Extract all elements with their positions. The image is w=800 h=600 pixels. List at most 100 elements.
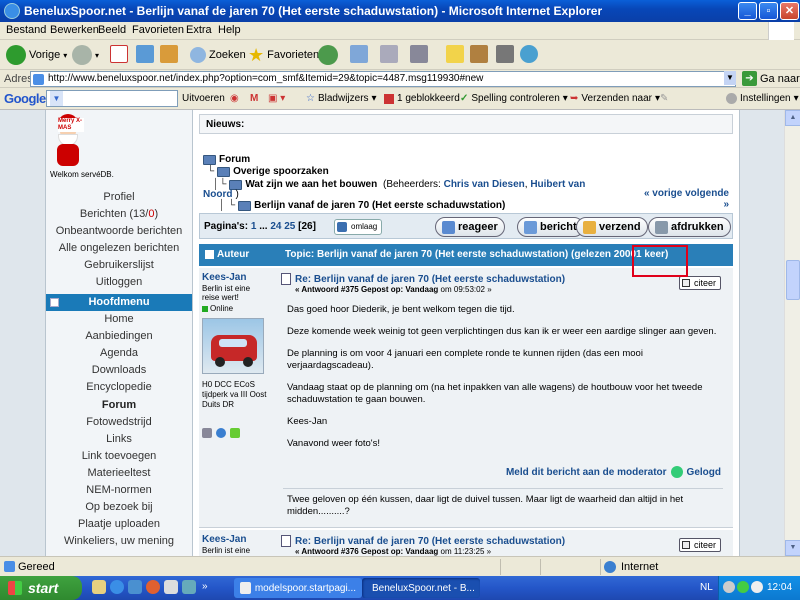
stop-icon[interactable]	[110, 45, 128, 63]
google-bladwijzers[interactable]: ☆ Bladwijzers ▾	[306, 93, 377, 104]
menu-extra[interactable]: Extra	[186, 24, 212, 36]
sidebar-forum[interactable]: Forum	[46, 399, 192, 411]
sidebar-fotowedstrijd[interactable]: Fotowedstrijd	[46, 416, 192, 428]
tray-icon[interactable]	[751, 581, 763, 593]
go-button[interactable]: ➔ Ga naar	[742, 71, 800, 86]
print-icon[interactable]	[380, 45, 398, 63]
page-link[interactable]: 25	[284, 221, 295, 232]
menu-help[interactable]: Help	[218, 24, 241, 36]
home-icon[interactable]	[160, 45, 178, 63]
forward-button[interactable]: ▾	[72, 45, 99, 65]
vertical-scrollbar[interactable]: ▲ ▼	[784, 110, 800, 556]
google-popup-blocked[interactable]: 1 geblokkeerd	[384, 93, 460, 104]
post-author[interactable]: Kees-Jan	[202, 534, 246, 545]
taskbar-item[interactable]: modelspoor.startpagi...	[234, 578, 362, 598]
notes-icon[interactable]	[446, 45, 464, 63]
bookmark-icon[interactable]: ▣ ▾	[268, 93, 285, 104]
scroll-down-icon[interactable]: ▼	[785, 540, 800, 556]
sidebar-home[interactable]: Home	[46, 313, 192, 325]
notify-button[interactable]: bericht	[517, 217, 584, 237]
maximize-button[interactable]: ▫	[759, 2, 778, 20]
website-icon[interactable]	[216, 428, 226, 438]
edit-icon[interactable]	[410, 45, 428, 63]
google-send-to[interactable]: ➥ Verzenden naar ▾	[570, 93, 660, 104]
expand-icon[interactable]: »	[202, 581, 208, 592]
quote-button[interactable]: citeer	[678, 538, 721, 552]
quicklaunch-icon[interactable]	[146, 580, 160, 594]
menu-beeld[interactable]: Beeld	[98, 24, 126, 36]
print-button[interactable]: afdrukken	[648, 217, 731, 237]
sidebar-encyclopedie[interactable]: Encyclopedie	[46, 381, 192, 393]
google-search-input[interactable]: G- ▼	[46, 90, 178, 107]
address-input[interactable]: http://www.beneluxspoor.net/index.php?op…	[30, 71, 736, 87]
scroll-thumb[interactable]	[786, 260, 800, 300]
quicklaunch-icon[interactable]	[182, 580, 196, 594]
menu-bewerken[interactable]: Bewerken	[50, 24, 99, 36]
taskbar-item-active[interactable]: BeneluxSpoor.net - B...	[362, 578, 480, 598]
google-settings[interactable]: Instellingen ▾	[726, 93, 799, 104]
post-subject-link[interactable]: Re: Berlijn vanaf de jaren 70 (Het eerst…	[295, 536, 565, 547]
sidebar-aanbiedingen[interactable]: Aanbiedingen	[46, 330, 192, 342]
sidebar-nem-normen[interactable]: NEM-normen	[46, 484, 192, 496]
messenger-icon[interactable]	[496, 45, 514, 63]
tray-icon[interactable]	[723, 581, 735, 593]
back-button[interactable]: Vorige ▾	[6, 45, 67, 65]
report-link[interactable]: Meld dit bericht aan de moderator Gelogd	[506, 466, 721, 478]
page-link[interactable]: 24	[270, 221, 281, 232]
google-spellcheck[interactable]: ✓ Spelling controleren ▾	[460, 93, 568, 104]
msn-icon[interactable]	[230, 428, 240, 438]
quicklaunch-icon[interactable]	[92, 580, 106, 594]
sidebar-agenda[interactable]: Agenda	[46, 347, 192, 359]
send-topic-button[interactable]: verzend	[576, 217, 648, 237]
menu-bestand[interactable]: Bestand	[6, 24, 46, 36]
page-link[interactable]: 1	[251, 221, 257, 232]
reply-button[interactable]: reageer	[435, 217, 505, 237]
minimize-button[interactable]: _	[738, 2, 757, 20]
start-button[interactable]: start	[0, 576, 82, 600]
sidebar-profiel[interactable]: Profiel	[46, 191, 192, 203]
post-subject-link[interactable]: Re: Berlijn vanaf de jaren 70 (Het eerst…	[295, 274, 565, 285]
address-dropdown[interactable]: ▼	[724, 71, 736, 85]
breadcrumb-forum[interactable]: Forum	[203, 154, 250, 165]
breadcrumb-mod-overflow[interactable]: Noord)	[203, 189, 239, 200]
quicklaunch-ie-icon[interactable]	[110, 580, 124, 594]
history-icon[interactable]	[318, 45, 338, 65]
scroll-down-button[interactable]: omlaag	[334, 219, 383, 235]
breadcrumb-topic[interactable]: │ └ Berlijn vanaf de jaren 70 (Het eerste…	[219, 200, 505, 211]
quicklaunch-icon[interactable]	[128, 580, 142, 594]
sidebar-plaatje-uploaden[interactable]: Plaatje uploaden	[46, 518, 192, 530]
mail-icon[interactable]	[350, 45, 368, 63]
gmail-icon[interactable]: M	[250, 93, 258, 104]
search-button[interactable]: Zoeken	[190, 45, 246, 65]
sidebar-links[interactable]: Links	[46, 433, 192, 445]
close-button[interactable]: ✕	[780, 2, 799, 20]
breadcrumb-subboard[interactable]: │└ Wat zijn we aan het bouwen (Beheerders…	[213, 179, 585, 190]
sidebar-op-bezoek-bij[interactable]: Op bezoek bij	[46, 501, 192, 513]
sidebar-downloads[interactable]: Downloads	[46, 364, 192, 376]
sidebar-ongelezen[interactable]: Alle ongelezen berichten	[46, 242, 192, 254]
tray-icon[interactable]	[737, 581, 749, 593]
prev-next-links[interactable]: « vorige volgende »	[637, 188, 729, 210]
sidebar-winkeliers[interactable]: Winkeliers, uw mening	[46, 535, 192, 547]
pencil-icon[interactable]: ✎	[660, 93, 668, 104]
sidebar-uitloggen[interactable]: Uitloggen	[46, 276, 192, 288]
menu-favorieten[interactable]: Favorieten	[132, 24, 184, 36]
scroll-up-icon[interactable]: ▲	[785, 110, 800, 126]
block-icon[interactable]: ◉	[230, 93, 239, 104]
refresh-icon[interactable]	[136, 45, 154, 63]
sidebar-materieeltest[interactable]: Materieeltest	[46, 467, 192, 479]
breadcrumb-board[interactable]: └ Overige spoorzaken	[207, 166, 329, 177]
favorites-button[interactable]: ★ Favorieten	[248, 45, 319, 65]
quicklaunch-icon[interactable]	[164, 580, 178, 594]
post-author[interactable]: Kees-Jan	[202, 272, 246, 283]
sidebar-berichten[interactable]: Berichten (13/0)	[46, 208, 192, 220]
people-icon[interactable]	[520, 45, 538, 63]
sidebar-onbeantwoorde[interactable]: Onbeantwoorde berichten	[46, 225, 192, 237]
sidebar-link-toevoegen[interactable]: Link toevoegen	[46, 450, 192, 462]
google-uitvoeren[interactable]: Uitvoeren	[182, 93, 225, 104]
quote-button[interactable]: citeer	[678, 276, 721, 290]
language-indicator[interactable]: NL	[700, 582, 713, 593]
research-icon[interactable]	[470, 45, 488, 63]
profile-icon[interactable]	[202, 428, 212, 438]
sidebar-gebruikerslijst[interactable]: Gebruikerslijst	[46, 259, 192, 271]
